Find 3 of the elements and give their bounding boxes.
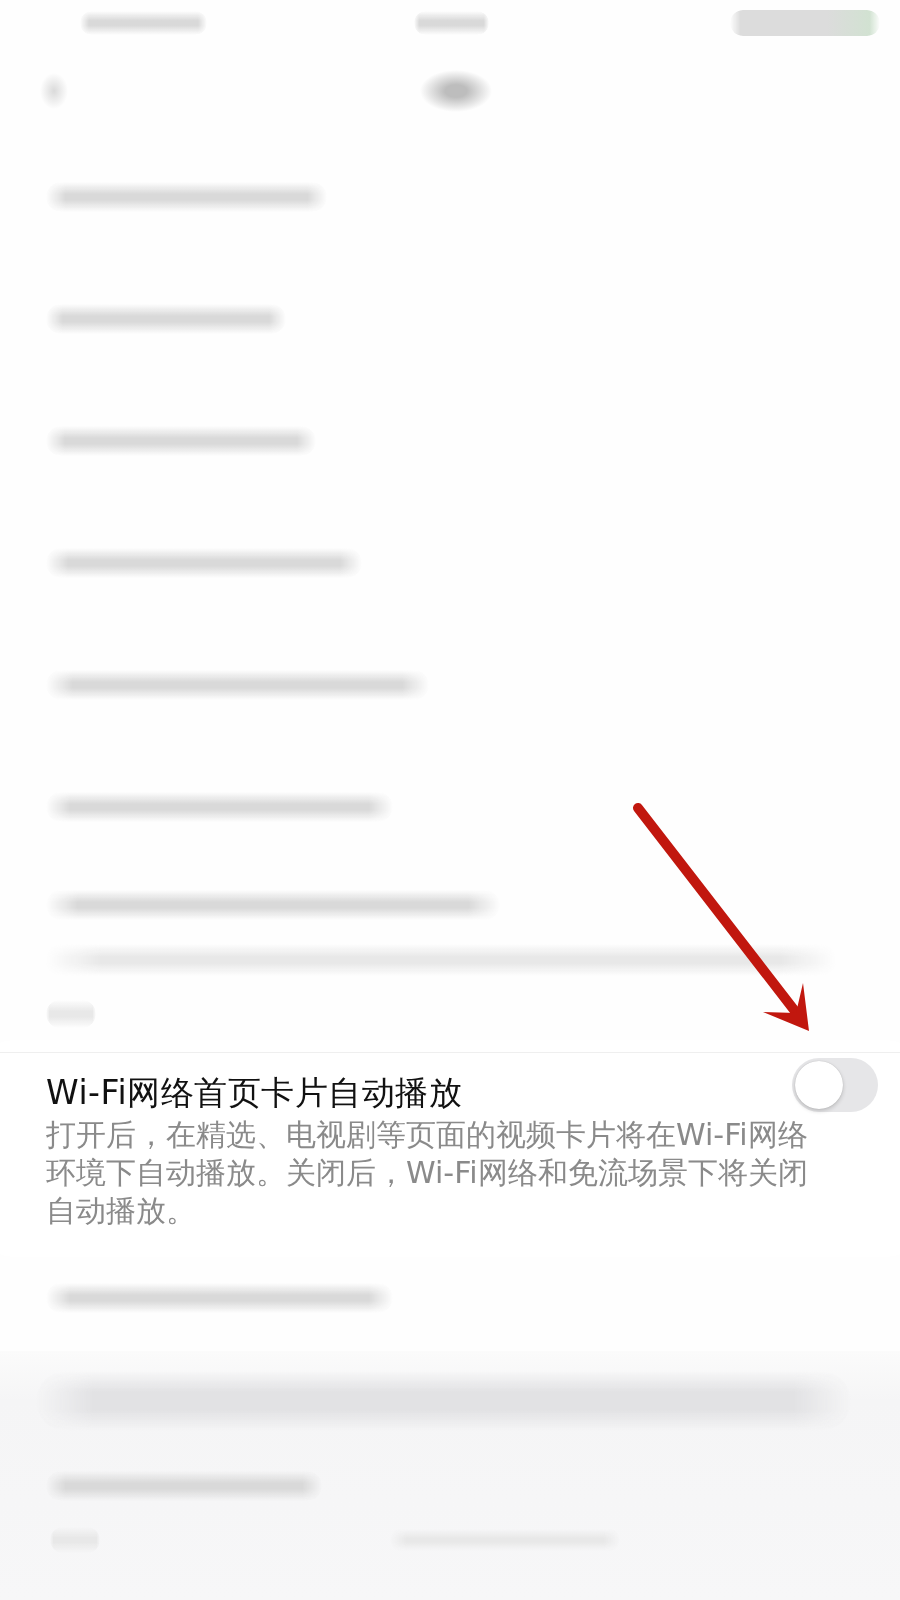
setting-title: Wi-Fi网络首页卡片自动播放 — [46, 1073, 464, 1113]
setting-description: 打开后，在精选、电视剧等页面的视频卡片将在Wi-Fi网络环境下自动播放。关闭后，Wi-Fi网络和免流场景下将关闭自动播放。 — [46, 1116, 809, 1230]
toggle-switch[interactable] — [792, 1058, 878, 1112]
